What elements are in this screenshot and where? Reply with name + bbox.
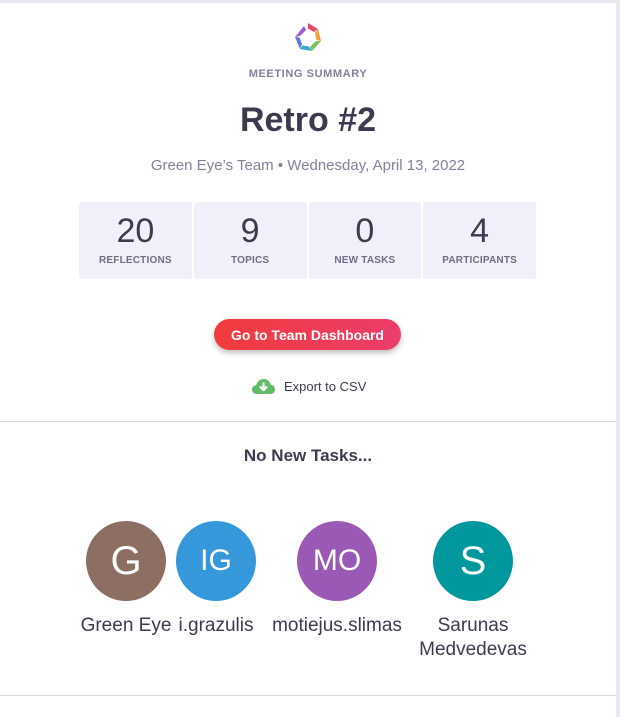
participant-i-grazulis: IG i.grazulis xyxy=(166,521,266,638)
meeting-stats: 20 REFLECTIONS 9 TOPICS 0 NEW TASKS 4 PA… xyxy=(79,202,536,279)
participant-name: Green Eye xyxy=(80,615,172,636)
parabol-logo-icon xyxy=(295,23,321,51)
meeting-summary-page: MEETING SUMMARY Retro #2 Green Eye’s Tea… xyxy=(0,0,616,717)
stat-participants: 4 PARTICIPANTS xyxy=(423,202,536,279)
stat-value: 9 xyxy=(240,212,260,250)
avatar: G xyxy=(86,521,166,601)
meeting-title: Retro #2 xyxy=(239,101,377,139)
stat-value: 0 xyxy=(355,212,375,250)
participant-name: i.grazulis xyxy=(178,615,254,636)
stat-reflections: 20 REFLECTIONS xyxy=(79,202,192,279)
participant-name: motiejus.slimas xyxy=(272,615,402,636)
participant-green-eye: G Green Eye xyxy=(78,521,174,638)
stat-value: 20 xyxy=(116,212,155,250)
participant-name: Sarunas Medvedevas xyxy=(419,615,527,660)
stat-label: REFLECTIONS xyxy=(98,255,172,266)
go-to-team-dashboard-button[interactable]: Go to Team Dashboard xyxy=(214,319,401,350)
stat-value: 4 xyxy=(470,212,490,250)
section-divider xyxy=(0,695,616,696)
stat-label: TOPICS xyxy=(231,255,270,266)
meeting-subtitle: Green Eye’s Team • Wednesday, April 13, … xyxy=(150,157,466,174)
participant-sarunas-medvedevas: S Sarunas Medvedevas xyxy=(403,521,543,662)
avatar: IG xyxy=(176,521,256,601)
meeting-summary-eyebrow: MEETING SUMMARY xyxy=(248,68,368,80)
new-tasks-heading: No New Tasks... xyxy=(243,446,373,465)
avatar: S xyxy=(433,521,513,601)
window-scrollbar-track xyxy=(616,0,620,717)
avatar: MO xyxy=(297,521,377,601)
stat-topics: 9 TOPICS xyxy=(193,202,307,279)
export-to-csv-label: Export to CSV xyxy=(284,378,367,394)
cloud-download-icon xyxy=(252,379,275,394)
stat-label: PARTICIPANTS xyxy=(442,255,518,266)
stat-label: NEW TASKS xyxy=(334,255,396,266)
export-to-csv-link[interactable]: Export to CSV xyxy=(251,375,366,397)
stat-new-tasks: 0 NEW TASKS xyxy=(308,202,422,279)
section-divider xyxy=(0,421,616,422)
participant-motiejus-slimas: MO motiejus.slimas xyxy=(257,521,417,638)
